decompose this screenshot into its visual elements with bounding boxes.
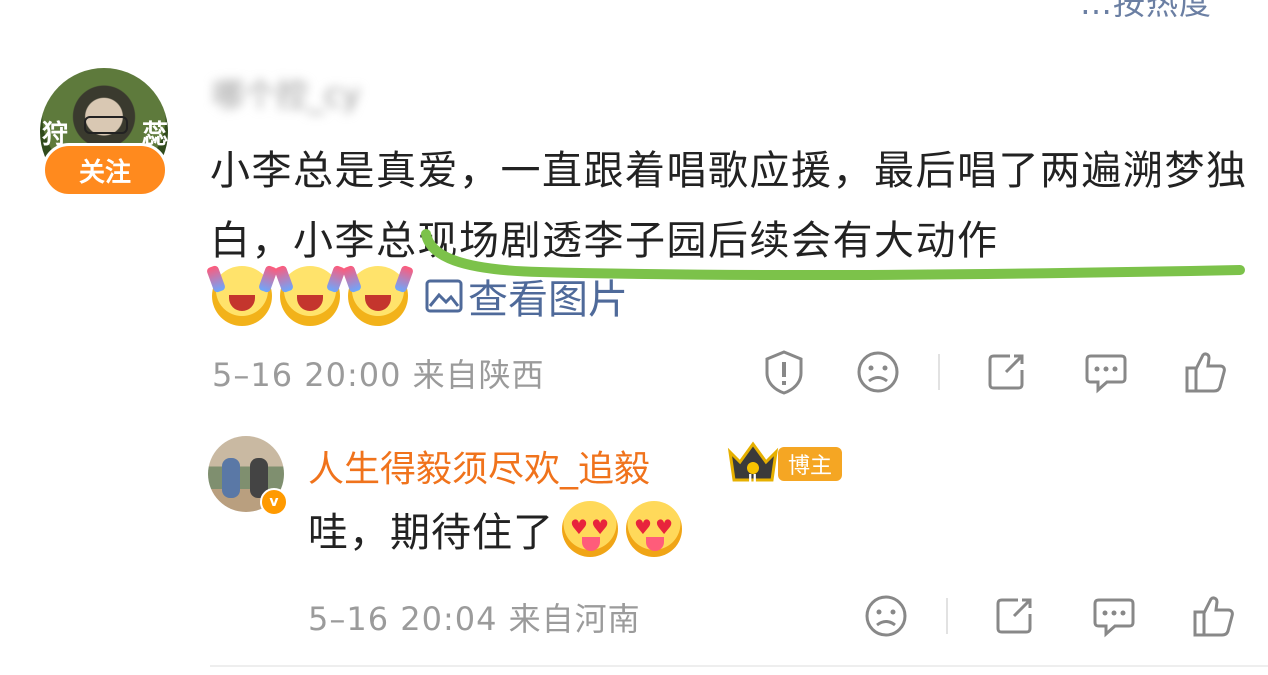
heart-eyes-emoji: ♥ ♥ bbox=[626, 501, 682, 557]
comment-meta: 5–16 20:00 来自陕西 bbox=[212, 356, 545, 394]
comment-icon[interactable] bbox=[1090, 592, 1138, 640]
sort-by-hot-label[interactable]: …按热度 bbox=[1080, 0, 1212, 24]
comment-actions bbox=[760, 348, 1230, 396]
emoji-row: 查看图片 bbox=[205, 264, 628, 326]
comment-icon[interactable] bbox=[1082, 348, 1130, 396]
report-shield-icon[interactable] bbox=[760, 348, 808, 396]
cheering-emoji bbox=[341, 264, 415, 326]
reply-meta: 5–16 20:04 来自河南 bbox=[308, 600, 641, 638]
share-icon[interactable] bbox=[982, 348, 1030, 396]
verified-badge: v bbox=[260, 488, 288, 516]
action-divider bbox=[938, 354, 940, 390]
view-pictures-label: 查看图片 bbox=[468, 277, 628, 323]
svg-text:II: II bbox=[748, 472, 757, 486]
action-divider bbox=[946, 598, 948, 634]
picture-icon bbox=[425, 279, 463, 313]
replier-avatar[interactable]: v bbox=[208, 436, 288, 516]
commenter-username[interactable]: 哪个控_cy bbox=[212, 70, 402, 114]
view-pictures-link[interactable]: 查看图片 bbox=[424, 267, 628, 325]
host-tag: 博主 bbox=[778, 447, 843, 481]
frown-face-icon[interactable] bbox=[862, 592, 910, 640]
reply-text-row: 哇，期待住了 ♥ ♥ ♥ ♥ bbox=[308, 500, 682, 558]
replier-username[interactable]: 人生得毅须尽欢_追毅 bbox=[308, 440, 650, 492]
follow-button[interactable]: 关注 bbox=[42, 143, 168, 197]
heart-eyes-emoji: ♥ ♥ bbox=[562, 501, 618, 557]
frown-face-icon[interactable] bbox=[854, 348, 902, 396]
crown-icon: II bbox=[727, 441, 779, 486]
thumbs-up-icon[interactable] bbox=[1190, 592, 1238, 640]
avatar-glasses bbox=[84, 116, 128, 134]
cheering-emoji bbox=[205, 264, 279, 326]
cheering-emoji bbox=[273, 264, 347, 326]
reply-text: 哇，期待住了 bbox=[308, 510, 554, 556]
share-icon[interactable] bbox=[990, 592, 1038, 640]
bottom-divider bbox=[210, 665, 1268, 667]
reply-actions bbox=[862, 592, 1238, 640]
thumbs-up-icon[interactable] bbox=[1182, 348, 1230, 396]
